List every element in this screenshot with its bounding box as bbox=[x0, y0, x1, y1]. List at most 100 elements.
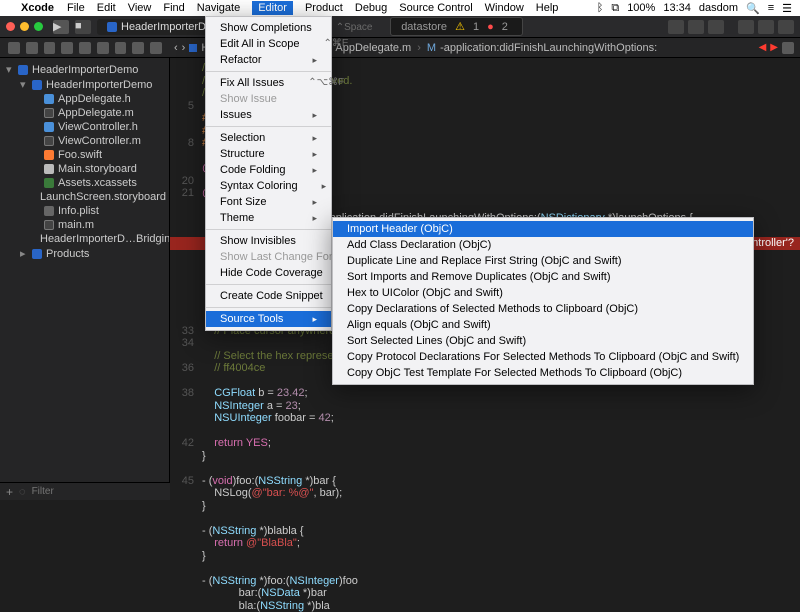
window-traffic-lights[interactable] bbox=[6, 22, 43, 31]
navigator-row[interactable]: ▸Products bbox=[0, 246, 169, 261]
menubar-item-product[interactable]: Product bbox=[305, 2, 343, 14]
user-name[interactable]: dasdom bbox=[699, 2, 738, 14]
menu-item: Show Issue bbox=[206, 91, 331, 107]
clock[interactable]: 13:34 bbox=[663, 2, 691, 14]
menu-item[interactable]: Create Code Snippet bbox=[206, 288, 331, 304]
menubar-item-find[interactable]: Find bbox=[163, 2, 184, 14]
navigator-row[interactable]: LaunchScreen.storyboard bbox=[0, 190, 169, 204]
menu-item[interactable]: Source Tools bbox=[206, 311, 331, 327]
find-nav-icon[interactable] bbox=[61, 42, 73, 54]
toggle-inspector-button[interactable] bbox=[778, 20, 794, 34]
submenu-item[interactable]: Add Class Declaration (ObjC) bbox=[333, 237, 753, 253]
submenu-item[interactable]: Import Header (ObjC) bbox=[333, 221, 753, 237]
menu-item[interactable]: Syntax Coloring bbox=[206, 178, 331, 194]
activity-text: datastore bbox=[401, 21, 447, 33]
submenu-item[interactable]: Sort Imports and Remove Duplicates (ObjC… bbox=[333, 269, 753, 285]
project-icon bbox=[189, 44, 197, 52]
editor-menu[interactable]: Show Completions⌃SpaceEdit All in Scope⌃… bbox=[205, 16, 332, 331]
menu-item[interactable]: Hide Code Coverage bbox=[206, 265, 331, 281]
submenu-item[interactable]: Copy Protocol Declarations For Selected … bbox=[333, 349, 753, 365]
toggle-debug-button[interactable] bbox=[758, 20, 774, 34]
debug-nav-icon[interactable] bbox=[115, 42, 127, 54]
source-tools-submenu[interactable]: Import Header (ObjC)Add Class Declaratio… bbox=[332, 217, 754, 385]
menu-item[interactable]: Selection bbox=[206, 130, 331, 146]
editor-standard-button[interactable] bbox=[668, 20, 684, 34]
menubar-item-navigate[interactable]: Navigate bbox=[197, 2, 240, 14]
navigator-row[interactable]: ▾HeaderImporterDemo bbox=[0, 62, 169, 77]
menu-item: Show Last Change For Line bbox=[206, 249, 331, 265]
symbol-nav-icon[interactable] bbox=[44, 42, 56, 54]
notification-icon[interactable]: ☰ bbox=[782, 2, 792, 15]
test-nav-icon[interactable] bbox=[97, 42, 109, 54]
navigator-row[interactable]: Info.plist bbox=[0, 204, 169, 218]
submenu-item[interactable]: Copy ObjC Test Template For Selected Met… bbox=[333, 365, 753, 381]
navigator-row[interactable]: ViewController.m bbox=[0, 134, 169, 148]
navigator-footer: + ◌ bbox=[0, 482, 170, 500]
menu-item[interactable]: Show Invisibles bbox=[206, 233, 331, 249]
menubar-item-view[interactable]: View bbox=[128, 2, 152, 14]
navigator-row[interactable]: ViewController.h bbox=[0, 120, 169, 134]
submenu-item[interactable]: Align equals (ObjC and Swift) bbox=[333, 317, 753, 333]
submenu-item[interactable]: Duplicate Line and Replace First String … bbox=[333, 253, 753, 269]
submenu-item[interactable]: Sort Selected Lines (ObjC and Swift) bbox=[333, 333, 753, 349]
navigator-row[interactable]: Foo.swift bbox=[0, 148, 169, 162]
next-issue-icon[interactable]: ▶ bbox=[770, 42, 778, 53]
app-name[interactable]: Xcode bbox=[21, 2, 54, 14]
xcode-toolbar: ▶ ■ HeaderImporterDemo › datastore ⚠︎1 ●… bbox=[0, 16, 800, 38]
issue-nav-icon[interactable] bbox=[79, 42, 91, 54]
menubar-item-window[interactable]: Window bbox=[485, 2, 524, 14]
scheme-icon bbox=[107, 22, 117, 32]
prev-issue-icon[interactable]: ◀ bbox=[759, 42, 767, 53]
navigator-row[interactable]: HeaderImporterD…Bridging-Header.h bbox=[0, 232, 169, 246]
status-area: ᛒ ⧉ 100% 13:34 dasdom 🔍 ≡ ☰ bbox=[597, 2, 792, 15]
navigator-row[interactable]: ▾HeaderImporterDemo bbox=[0, 77, 169, 92]
run-button[interactable]: ▶ bbox=[53, 20, 69, 34]
jump-symbol[interactable]: -application:didFinishLaunchingWithOptio… bbox=[440, 42, 657, 54]
breakpoint-nav-icon[interactable] bbox=[132, 42, 144, 54]
menubar-item-editor[interactable]: Editor bbox=[252, 1, 293, 15]
menu-item[interactable]: Show Completions⌃Space bbox=[206, 20, 331, 36]
navigator-row[interactable]: AppDelegate.m bbox=[0, 106, 169, 120]
filter-icon: ◌ bbox=[19, 486, 26, 498]
menu-item[interactable]: Font Size bbox=[206, 194, 331, 210]
menubar-item-edit[interactable]: Edit bbox=[97, 2, 116, 14]
navigator-row[interactable]: Main.storyboard bbox=[0, 162, 169, 176]
menuextra-icon[interactable]: ≡ bbox=[768, 2, 774, 14]
navigator-row[interactable]: main.m bbox=[0, 218, 169, 232]
menu-item[interactable]: Theme bbox=[206, 210, 331, 226]
project-navigator[interactable]: ▾HeaderImporterDemo▾HeaderImporterDemoAp… bbox=[0, 58, 170, 500]
menu-item[interactable]: Fix All Issues⌃⌥⌘F bbox=[206, 75, 331, 91]
editor-version-button[interactable] bbox=[708, 20, 724, 34]
toggle-nav-button[interactable] bbox=[738, 20, 754, 34]
report-nav-icon[interactable] bbox=[150, 42, 162, 54]
menu-item[interactable]: Refactor bbox=[206, 52, 331, 68]
activity-view[interactable]: datastore ⚠︎1 ●2 bbox=[390, 17, 523, 36]
menubar-item-help[interactable]: Help bbox=[536, 2, 559, 14]
menubar-item-source-control[interactable]: Source Control bbox=[399, 2, 472, 14]
add-button[interactable]: + bbox=[6, 485, 13, 499]
submenu-item[interactable]: Copy Declarations of Selected Methods to… bbox=[333, 301, 753, 317]
project-nav-icon[interactable] bbox=[8, 42, 20, 54]
source-nav-icon[interactable] bbox=[26, 42, 38, 54]
editor-assistant-button[interactable] bbox=[688, 20, 704, 34]
navigator-row[interactable]: AppDelegate.h bbox=[0, 92, 169, 106]
navigator-row[interactable]: Assets.xcassets bbox=[0, 176, 169, 190]
menu-item[interactable]: Code Folding bbox=[206, 162, 331, 178]
filter-input[interactable] bbox=[32, 486, 164, 497]
battery-icon[interactable]: 100% bbox=[627, 2, 655, 14]
stop-button[interactable]: ■ bbox=[75, 20, 91, 34]
menu-item[interactable]: Issues bbox=[206, 107, 331, 123]
line-gutter[interactable]: 582021333436384245 bbox=[170, 58, 198, 500]
fwd-icon[interactable]: › bbox=[182, 42, 186, 54]
bluetooth-icon[interactable]: ᛒ bbox=[597, 2, 604, 14]
related-items-icon[interactable] bbox=[782, 42, 794, 54]
submenu-item[interactable]: Hex to UIColor (ObjC and Swift) bbox=[333, 285, 753, 301]
menubar-item-file[interactable]: File bbox=[67, 2, 85, 14]
back-icon[interactable]: ‹ bbox=[174, 42, 178, 54]
wifi-icon[interactable]: ⧉ bbox=[611, 2, 619, 15]
menubar-item-debug[interactable]: Debug bbox=[355, 2, 387, 14]
menu-item[interactable]: Structure bbox=[206, 146, 331, 162]
navigator-and-jumpbar: ‹ › HeaderImporterDemo AppDelegate.m M -… bbox=[0, 38, 800, 58]
menu-item[interactable]: Edit All in Scope⌃⌘E bbox=[206, 36, 331, 52]
spotlight-icon[interactable]: 🔍 bbox=[746, 2, 760, 15]
